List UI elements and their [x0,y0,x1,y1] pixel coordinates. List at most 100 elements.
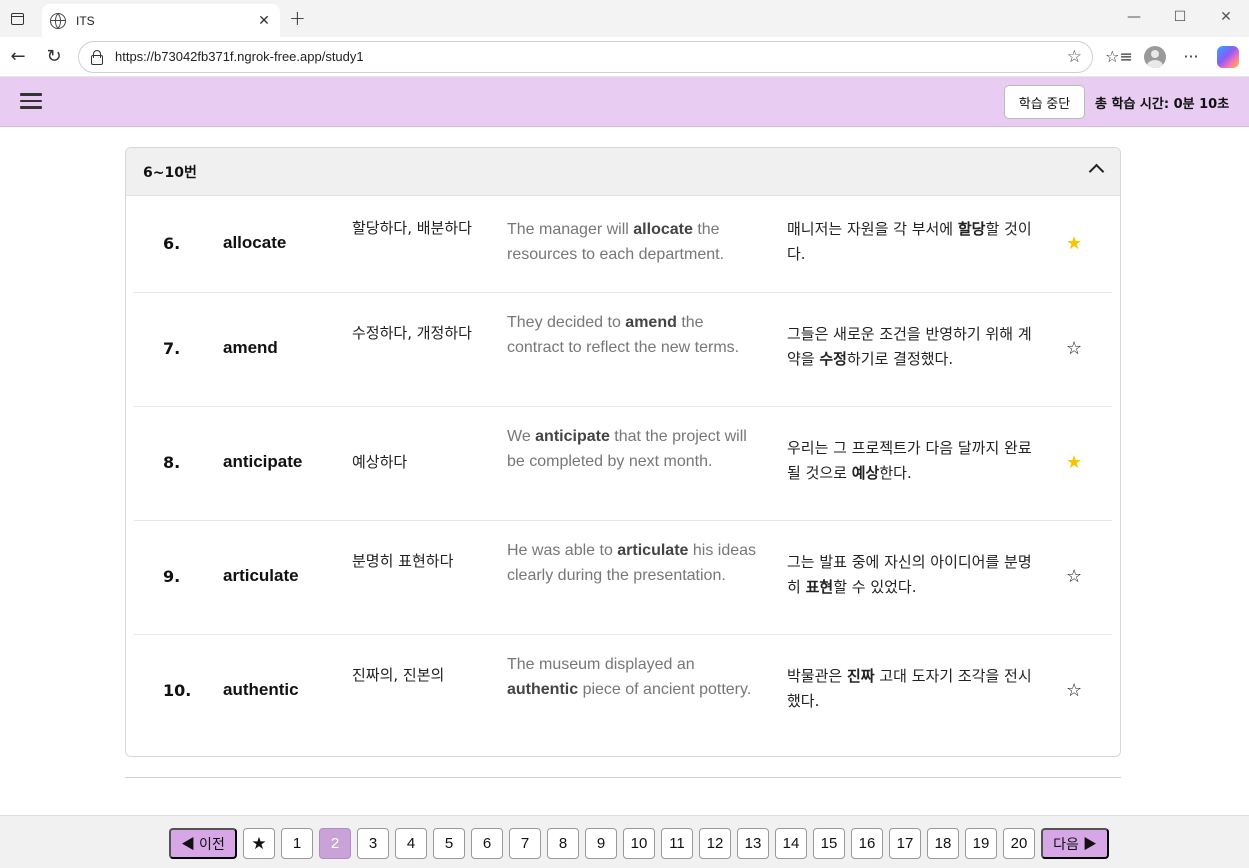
example-text: They decided to [507,313,626,331]
page-3-button[interactable]: 3 [357,828,389,859]
globe-icon [50,12,66,29]
page-12-button[interactable]: 12 [699,828,731,859]
section-header[interactable]: 6~10번 [126,148,1120,196]
close-tab-icon[interactable]: ✕ [256,13,272,29]
page-6-button[interactable]: 6 [471,828,503,859]
page-7-button[interactable]: 7 [509,828,541,859]
example-highlight: authentic [507,680,579,698]
word-term: anticipate [223,452,303,471]
word-meaning: 예상하다 [352,453,408,471]
page-2-button[interactable]: 2 [319,828,351,859]
chevron-up-icon[interactable] [1088,163,1105,180]
example-sentence: The manager will allocate the resources … [507,217,762,267]
refresh-icon[interactable]: ↻ [36,39,72,75]
translation-text: 박물관은 [787,667,847,685]
example-text: piece of ancient pottery. [578,680,752,698]
translation-highlight: 진짜 [846,667,875,685]
favorite-star-icon[interactable]: ☆ [1067,47,1082,67]
example-highlight: articulate [617,541,689,559]
close-window-icon[interactable]: ✕ [1203,0,1249,34]
korean-translation: 박물관은 진짜 고대 도자기 조각을 전시했다. [787,664,1037,714]
page-18-button[interactable]: 18 [927,828,959,859]
page-10-button[interactable]: 10 [623,828,655,859]
word-number: 6. [163,234,181,253]
example-highlight: amend [625,313,677,331]
page-5-button[interactable]: 5 [433,828,465,859]
back-icon[interactable]: ← [0,39,36,75]
page-9-button[interactable]: 9 [585,828,617,859]
word-term: amend [223,338,278,357]
browser-tab[interactable]: ITS ✕ [42,4,280,37]
divider [125,777,1121,778]
page-8-button[interactable]: 8 [547,828,579,859]
translation-highlight: 수정 [819,350,847,368]
translation-highlight: 할당 [957,220,986,238]
page-17-button[interactable]: 17 [889,828,921,859]
korean-translation: 그는 발표 중에 자신의 아이디어를 분명히 표현할 수 있었다. [787,550,1037,600]
section-title: 6~10번 [143,164,197,181]
translation-text: 하기로 결정했다. [846,350,954,368]
page-4-button[interactable]: 4 [395,828,427,859]
tab-title: ITS [76,13,95,28]
page-13-button[interactable]: 13 [737,828,769,859]
star-filled-icon[interactable]: ★ [1066,454,1082,472]
page-14-button[interactable]: 14 [775,828,807,859]
star-outline-icon[interactable]: ☆ [1066,682,1082,700]
favorites-icon[interactable]: ☆≡ [1101,39,1137,75]
word-row: 10. authentic 진짜의, 진본의 The museum displa… [134,635,1112,749]
copilot-icon[interactable] [1217,45,1239,68]
page-11-button[interactable]: 11 [661,828,693,859]
translation-text: 한다. [879,464,912,482]
star-outline-icon[interactable]: ☆ [1066,340,1082,358]
translation-text: 할 수 있었다. [833,578,917,596]
example-text: The museum displayed an [507,655,695,673]
example-sentence: The museum displayed an authentic piece … [507,652,762,702]
word-row: 8. anticipate 예상하다 We anticipate that th… [134,407,1112,521]
translation-highlight: 표현 [805,578,834,596]
word-number: 9. [163,567,181,586]
url-field[interactable]: https://b73042fb371f.ngrok-free.app/stud… [78,40,1093,73]
window-controls: — ☐ ✕ [1111,0,1249,34]
page-1-button[interactable]: 1 [281,828,313,859]
prev-page-button[interactable]: ◀ 이전 [169,828,237,859]
page-19-button[interactable]: 19 [965,828,997,859]
word-row: 7. amend 수정하다, 개정하다 They decided to amen… [134,293,1112,407]
star-outline-icon[interactable]: ☆ [1066,568,1082,586]
starred-filter-button[interactable]: ★ [243,828,275,859]
word-meaning: 진짜의, 진본의 [352,666,445,684]
korean-translation: 그들은 새로운 조건을 반영하기 위해 계약을 수정하기로 결정했다. [787,322,1037,372]
url-text: https://b73042fb371f.ngrok-free.app/stud… [115,49,364,64]
example-sentence: We anticipate that the project will be c… [507,424,762,474]
new-tab-icon[interactable]: + [289,6,306,30]
page-20-button[interactable]: 20 [1003,828,1035,859]
translation-text: 매니저는 자원을 각 부서에 [787,220,958,238]
word-number: 7. [163,339,181,358]
stop-study-button[interactable]: 학습 중단 [1004,85,1085,119]
example-highlight: allocate [633,221,693,238]
example-highlight: anticipate [535,427,610,445]
example-sentence: He was able to articulate his ideas clea… [507,538,762,588]
korean-translation: 매니저는 자원을 각 부서에 할당할 것이다. [787,217,1037,267]
word-meaning: 분명히 표현하다 [352,552,454,570]
korean-translation: 우리는 그 프로젝트가 다음 달까지 완료될 것으로 예상한다. [787,436,1037,486]
star-filled-icon[interactable]: ★ [1066,235,1082,253]
next-page-button[interactable]: 다음 ▶ [1041,828,1109,859]
site-info-icon[interactable] [89,49,103,65]
profile-avatar-icon[interactable] [1144,45,1166,68]
page-16-button[interactable]: 16 [851,828,883,859]
page-15-button[interactable]: 15 [813,828,845,859]
word-meaning: 할당하다, 배분하다 [352,219,472,237]
more-menu-icon[interactable]: ··· [1173,39,1209,75]
example-text: The manager will [507,221,634,238]
translation-highlight: 예상 [851,464,880,482]
hamburger-menu-icon[interactable] [20,93,42,109]
address-bar-row: ← ↻ https://b73042fb371f.ngrok-free.app/… [0,37,1249,77]
example-sentence: They decided to amend the contract to re… [507,310,762,360]
word-number: 8. [163,453,181,472]
tab-actions-icon[interactable] [0,0,34,37]
word-number: 10. [163,681,192,700]
word-term: allocate [223,233,287,252]
minimize-icon[interactable]: — [1111,0,1157,34]
maximize-icon[interactable]: ☐ [1157,0,1203,34]
example-text: He was able to [507,541,618,559]
